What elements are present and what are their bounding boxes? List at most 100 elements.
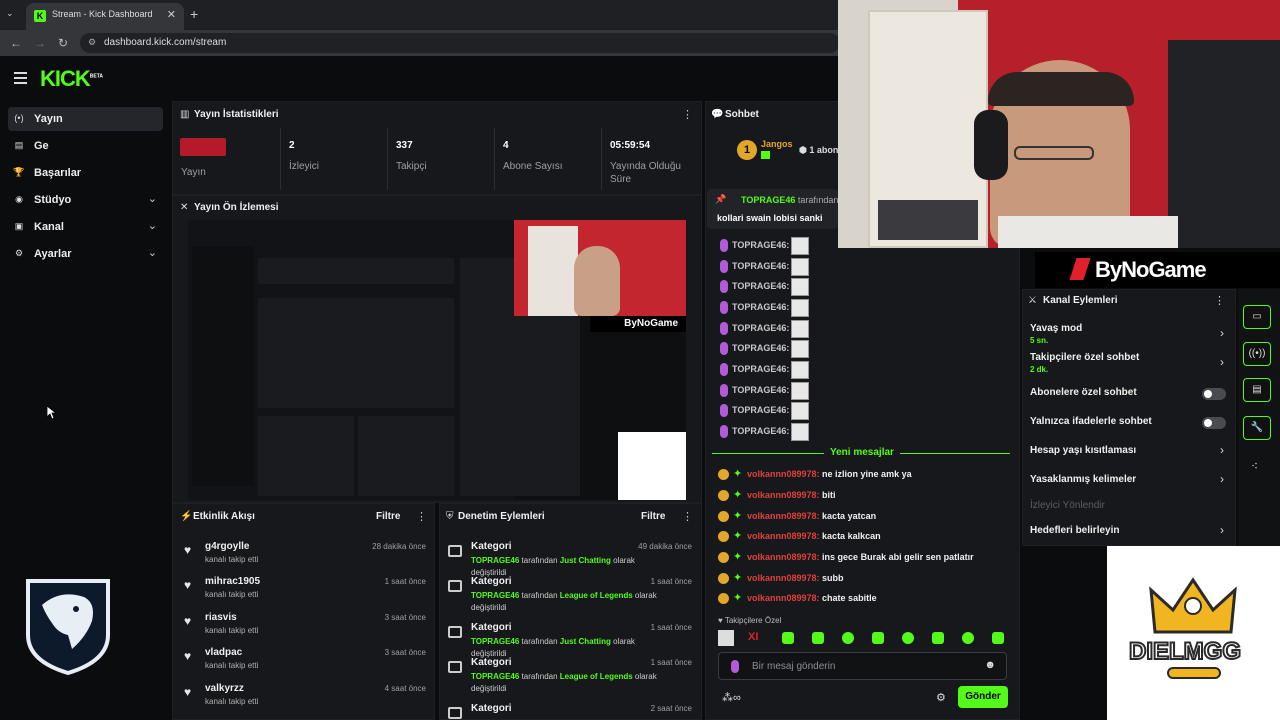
- sidebar-item-ayarlar[interactable]: ⚙ Ayarlar ⌄: [8, 242, 163, 266]
- emote-option[interactable]: [902, 632, 914, 644]
- more-actions-icon[interactable]: ⁖: [1251, 459, 1258, 473]
- top-gifter-name[interactable]: Jangos: [761, 139, 793, 149]
- webcam-shirt: [998, 216, 1178, 248]
- reload-icon[interactable]: ↻: [58, 36, 68, 50]
- address-bar[interactable]: ⚙ dashboard.kick.com/stream: [80, 33, 840, 53]
- moderation-item: Kategori TOPRAGE46 tarafından Just Chatt…: [444, 541, 694, 577]
- activity-item: ♥ vladpac kanalı takip etti 3 saat önce: [180, 647, 430, 681]
- webcam-boxes: [878, 200, 978, 240]
- activity-user[interactable]: riasvis: [205, 612, 237, 623]
- action-title: Yavaş mod: [1030, 323, 1083, 334]
- sidebar-item-dashboard[interactable]: ▤ Ge: [8, 134, 163, 158]
- goals-action[interactable]: Hedefleri belirleyin ›: [1030, 523, 1226, 541]
- chat-username[interactable]: volkannn089978:: [747, 531, 820, 541]
- chat-username[interactable]: TOPRAGE46:: [732, 385, 789, 395]
- site-info-icon[interactable]: ⚙: [88, 37, 96, 48]
- chat-username[interactable]: TOPRAGE46:: [732, 302, 789, 312]
- new-tab-button[interactable]: +: [190, 6, 198, 22]
- og-badge-icon: ✦: [733, 592, 743, 604]
- forward-icon[interactable]: →: [34, 36, 46, 50]
- stat-label: İzleyici: [289, 161, 320, 172]
- chat-input-placeholder: Bir mesaj gönderin: [752, 661, 836, 672]
- chat-username[interactable]: TOPRAGE46:: [732, 426, 789, 436]
- chat-username[interactable]: volkannn089978:: [747, 573, 820, 583]
- back-icon[interactable]: ←: [10, 36, 22, 50]
- stats-menu-icon[interactable]: ⋮: [682, 108, 693, 121]
- chat-username[interactable]: TOPRAGE46:: [732, 343, 789, 353]
- chat-username[interactable]: TOPRAGE46:: [732, 323, 789, 333]
- chat-quick-button[interactable]: ▭: [1243, 305, 1271, 329]
- webcam-headphones: [974, 110, 1008, 180]
- dashboard-icon: ▤: [14, 140, 24, 150]
- chat-username[interactable]: volkannn089978:: [747, 593, 820, 603]
- emote-only-toggle[interactable]: [1202, 417, 1226, 429]
- chat-username[interactable]: TOPRAGE46:: [732, 405, 789, 415]
- tab-close-icon[interactable]: ✕: [167, 8, 176, 21]
- chat-username[interactable]: TOPRAGE46:: [732, 364, 789, 374]
- followers-only-text: Takipçilere Özel: [724, 616, 782, 625]
- moderation-time: 2 saat önce: [650, 704, 692, 713]
- emote-option[interactable]: [872, 632, 884, 644]
- chat-text: biti: [819, 490, 836, 500]
- heart-icon: ♥: [184, 578, 192, 592]
- chat-username[interactable]: volkannn089978:: [747, 469, 820, 479]
- moderation-menu-icon[interactable]: ⋮: [682, 510, 693, 523]
- activity-user[interactable]: valkyrzz: [205, 683, 244, 694]
- sidebar-item-studyo[interactable]: ◉ Stüdyo ⌄: [8, 188, 163, 212]
- banned-words-action[interactable]: Yasaklanmış kelimeler ›: [1030, 472, 1226, 490]
- activity-time: 1 saat önce: [384, 577, 426, 586]
- chat-username[interactable]: volkannn089978:: [747, 490, 820, 500]
- subscribers-only-toggle[interactable]: [1202, 388, 1226, 400]
- chat-username[interactable]: TOPRAGE46:: [732, 281, 789, 291]
- stream-preview-video[interactable]: ByNoGame: [188, 220, 686, 500]
- chat-username[interactable]: volkannn089978:: [747, 552, 820, 562]
- activity-user[interactable]: vladpac: [205, 647, 242, 658]
- stat-label: Takipçi: [396, 161, 427, 172]
- emote-option[interactable]: [932, 632, 944, 644]
- sidebar-item-label: Başarılar: [34, 167, 82, 179]
- menu-icon[interactable]: [14, 72, 27, 84]
- crown-icon: [1149, 577, 1237, 634]
- browser-tab[interactable]: K Stream - Kick Dashboard ✕: [26, 3, 184, 30]
- send-button[interactable]: Gönder: [958, 686, 1008, 708]
- sidebar-item-kanal[interactable]: ▣ Kanal ⌄: [8, 215, 163, 239]
- moderation-filter-button[interactable]: Filtre: [641, 511, 665, 522]
- emote-option[interactable]: [842, 632, 854, 644]
- og-badge-icon: ✦: [733, 489, 743, 501]
- layout-quick-button[interactable]: ▤: [1243, 378, 1271, 402]
- category-icon: [448, 626, 462, 638]
- activity-menu-icon[interactable]: ⋮: [416, 510, 427, 523]
- category-name: League of Legends: [559, 672, 633, 681]
- account-age-action[interactable]: Hesap yaşı kısıtlaması ›: [1030, 443, 1226, 461]
- chat-username[interactable]: TOPRAGE46:: [732, 261, 789, 271]
- emote-option[interactable]: [782, 632, 794, 644]
- emote-option[interactable]: [992, 632, 1004, 644]
- chat-input[interactable]: Bir mesaj gönderin ☻: [718, 652, 1007, 680]
- sidebar-item-basarilar[interactable]: 🏆 Başarılar: [8, 161, 163, 185]
- points-icon[interactable]: ⁂∞: [722, 691, 741, 704]
- emote-option[interactable]: XI: [748, 631, 758, 643]
- activity-user[interactable]: g4rgoylle: [205, 541, 249, 552]
- slow-mode-action[interactable]: Yavaş mod 5 sn. ›: [1030, 323, 1226, 349]
- kick-logo[interactable]: KICKBETA: [40, 66, 103, 92]
- emoji-icon[interactable]: ☻: [984, 659, 996, 671]
- emote: [791, 361, 809, 379]
- activity-time: 28 dakika önce: [372, 542, 426, 551]
- sidebar-item-yayin[interactable]: (•) Yayın: [8, 107, 163, 131]
- chat-username[interactable]: TOPRAGE46:: [732, 240, 789, 250]
- channel-actions-menu-icon[interactable]: ⋮: [1214, 294, 1225, 307]
- pinned-message[interactable]: 📌 TOPRAGE46 tarafından s kollari swain l…: [707, 189, 845, 229]
- chat-settings-icon[interactable]: ⚙: [936, 691, 946, 704]
- activity-user[interactable]: mihrac1905: [205, 576, 260, 587]
- emote-option[interactable]: [812, 632, 824, 644]
- chat-username[interactable]: volkannn089978:: [747, 511, 820, 521]
- activity-filter-button[interactable]: Filtre: [376, 511, 400, 522]
- tools-quick-button[interactable]: 🔧: [1243, 416, 1271, 440]
- tab-list-icon[interactable]: ⌄: [6, 8, 14, 19]
- kick-favicon-icon: K: [34, 10, 46, 22]
- emote-option[interactable]: [718, 630, 734, 646]
- emote-option[interactable]: [962, 632, 974, 644]
- broadcast-quick-button[interactable]: ((•)): [1243, 342, 1271, 366]
- moderation-text: tarafından: [519, 672, 560, 681]
- followers-only-action[interactable]: Takipçilere özel sohbet 2 dk. ›: [1030, 352, 1226, 378]
